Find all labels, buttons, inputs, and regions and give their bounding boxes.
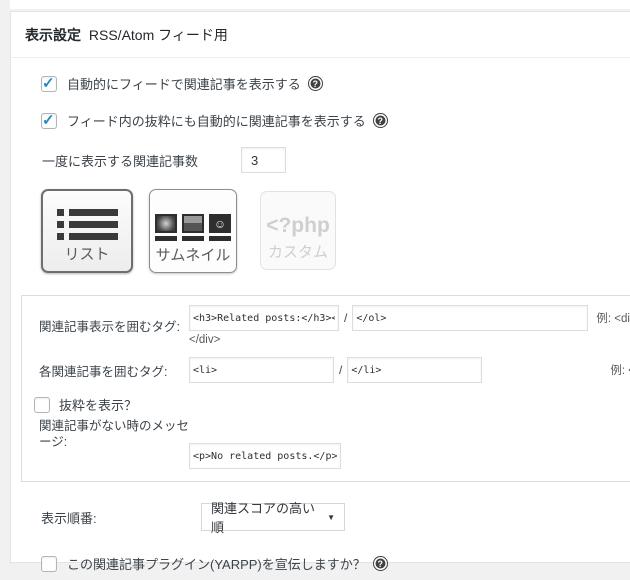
thumbnails-icon: ☺	[155, 214, 231, 241]
theme-thumbnails-label: サムネイル	[156, 248, 231, 263]
wrap-display-example: 例: <div class="relatedposts">	[596, 310, 630, 326]
show-excerpt-checkbox[interactable]	[34, 397, 50, 413]
theme-custom-label: カスタム	[268, 245, 328, 260]
excerpt-display-checkbox[interactable]	[41, 113, 57, 129]
wrap-each-example: 例: <li>関連記事タイトル</li>	[610, 362, 630, 378]
php-code-icon: <?php	[266, 214, 330, 238]
chevron-down-icon: ▼	[327, 513, 335, 522]
previous-postbox-edge	[10, 0, 630, 9]
promote-row: この関連記事プラグイン(YARPP)を宣伝しますか？ ?	[41, 554, 630, 573]
no-results-row: 関連記事がない時のメッセージ:	[34, 419, 630, 469]
related-count-input[interactable]	[241, 147, 286, 173]
tag-settings-box: 関連記事表示を囲むタグ: / 例: <div class="relatedpos…	[21, 295, 630, 482]
wrap-each-row: 各関連記事を囲むタグ: / 例: <li>関連記事タイトル</li>	[34, 357, 630, 383]
display-order-value: 関連スコアの高い順	[211, 498, 327, 536]
auto-display-row: 自動的にフィードで関連記事を表示する ?	[41, 74, 630, 93]
list-icon	[57, 209, 118, 240]
related-count-label: 一度に表示する関連記事数	[42, 151, 241, 170]
wrap-display-example-wrap: </div>	[189, 334, 630, 346]
related-count-row: 一度に表示する関連記事数	[42, 147, 630, 173]
flower-thumb-icon	[155, 214, 177, 233]
help-icon[interactable]: ?	[373, 113, 388, 128]
separator: /	[339, 363, 342, 377]
smiley-thumb-icon: ☺	[209, 214, 231, 233]
show-excerpt-row: 抜粋を表示？	[34, 395, 630, 414]
auto-display-label: 自動的にフィードで関連記事を表示する	[67, 74, 301, 93]
display-order-row: 表示順番: 関連スコアの高い順 ▼	[41, 503, 630, 531]
help-icon[interactable]: ?	[308, 76, 323, 91]
no-results-input[interactable]	[189, 443, 341, 469]
theme-buttons: リスト ☺ サムネイル	[41, 189, 630, 275]
no-results-label: 関連記事がない時のメッセージ:	[34, 419, 189, 450]
panel-title: 表示設定	[25, 27, 81, 43]
wrap-display-label: 関連記事表示を囲むタグ:	[34, 316, 189, 335]
wrap-display-after-input[interactable]	[352, 305, 588, 331]
theme-button-custom[interactable]: <?php カスタム	[260, 191, 336, 270]
promote-label: この関連記事プラグイン(YARPP)を宣伝しますか？	[67, 554, 366, 573]
excerpt-display-row: フィード内の抜粋にも自動的に関連記事を表示する ?	[41, 111, 630, 130]
separator: /	[344, 311, 347, 325]
wrap-each-after-input[interactable]	[347, 357, 482, 383]
wrap-display-row: 関連記事表示を囲むタグ: / 例: <div class="relatedpos…	[34, 305, 630, 346]
display-order-select[interactable]: 関連スコアの高い順 ▼	[201, 503, 345, 531]
show-excerpt-label: 抜粋を表示？	[59, 395, 137, 414]
help-icon[interactable]: ?	[373, 556, 388, 571]
landscape-thumb-icon	[182, 214, 204, 233]
display-settings-panel: 表示設定 RSS/Atom フィード用 自動的にフィードで関連記事を表示する ?…	[10, 11, 630, 563]
auto-display-checkbox[interactable]	[41, 76, 57, 92]
wrap-each-label: 各関連記事を囲むタグ:	[34, 361, 189, 380]
panel-subtitle: RSS/Atom フィード用	[89, 27, 228, 43]
wrap-each-before-input[interactable]	[189, 357, 334, 383]
panel-header: 表示設定 RSS/Atom フィード用	[11, 12, 630, 58]
panel-body: 自動的にフィードで関連記事を表示する ? フィード内の抜粋にも自動的に関連記事を…	[11, 74, 630, 573]
display-order-label: 表示順番:	[41, 508, 201, 527]
excerpt-display-label: フィード内の抜粋にも自動的に関連記事を表示する	[67, 111, 366, 130]
theme-list-label: リスト	[64, 247, 109, 262]
promote-checkbox[interactable]	[41, 556, 57, 572]
wrap-display-before-input[interactable]	[189, 305, 339, 331]
theme-button-list[interactable]: リスト	[41, 189, 133, 273]
theme-button-thumbnails[interactable]: ☺ サムネイル	[149, 189, 237, 273]
